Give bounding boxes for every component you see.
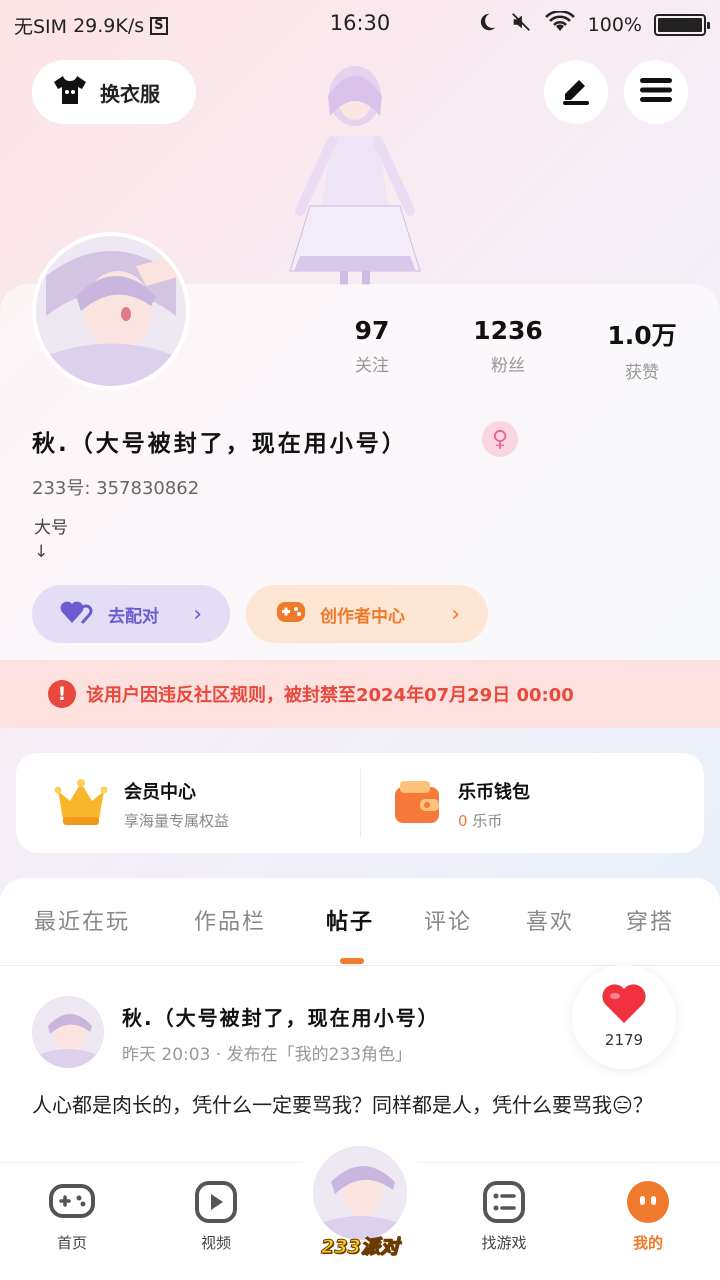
edit-button[interactable] [544,60,608,124]
heart-icon [600,981,648,1029]
play-icon [192,1180,240,1224]
user-id[interactable]: 233号: 357830862 [32,474,199,500]
active-tab-indicator [340,958,364,964]
tab-likes[interactable]: 喜欢 [526,904,574,936]
likes-count: 1.0万 [607,321,677,350]
stat-following[interactable]: 97 关注 [312,316,432,376]
likes-label: 获赞 [625,363,659,383]
tab-posts[interactable]: 帖子 [326,904,374,936]
divider [360,769,361,837]
ban-notice-text: 该用户因违反社区规则，被封禁至2024年07月29日 00:00 [86,685,574,706]
nav-find-games-label: 找游戏 [481,1234,527,1252]
nav-video-label: 视频 [200,1234,231,1252]
member-center-entry[interactable]: 会员中心 享海量专属权益 [54,777,229,831]
nav-mine[interactable]: 我的 [598,1180,698,1253]
moon-icon [476,11,498,38]
menu-icon [640,76,672,108]
list-icon [480,1180,528,1224]
chevron-right-icon: › [193,601,202,627]
tab-recent-played[interactable]: 最近在玩 [34,904,130,936]
stat-likes[interactable]: 1.0万 获赞 [582,316,702,383]
post-meta[interactable]: 昨天 20:03 · 发布在「我的233角色」 [122,1040,412,1065]
tab-comments[interactable]: 评论 [424,904,472,936]
nav-video[interactable]: 视频 [166,1180,266,1253]
female-icon: ♀ [482,421,518,457]
creator-center-button[interactable]: 创作者中心 › [246,585,488,643]
change-outfit-button[interactable]: 换衣服 [32,60,196,124]
like-button[interactable]: 2179 [572,965,676,1069]
post-content[interactable]: 人心都是肉长的，凭什么一定要骂我？同样都是人，凭什么要骂我😑？ [32,1088,672,1122]
followers-label: 粉丝 [491,356,525,376]
menu-button[interactable] [624,60,688,124]
wallet-icon [392,777,442,831]
nav-home-label: 首页 [56,1234,87,1252]
status-bar: 无SIM 29.9K/s S 16:30 100% [0,0,720,46]
tab-bar: 最近在玩 作品栏 帖子 评论 喜欢 穿搭 [0,898,720,948]
like-count: 2179 [604,1031,644,1049]
post-author-name[interactable]: 秋.（大号被封了，现在用小号） [122,1002,440,1031]
bio-line: 大号 [34,518,68,538]
face-icon [624,1180,672,1224]
member-center-title: 会员中心 [124,781,196,803]
change-outfit-label: 换衣服 [100,81,160,106]
warning-icon: ! [48,680,76,708]
nav-party-label[interactable]: 233派对 [312,1232,408,1259]
controller-icon [276,599,306,630]
wallet-amount: 0 [458,811,468,830]
match-label: 去配对 [108,606,159,627]
crown-icon [54,777,108,831]
nav-mine-label: 我的 [632,1234,663,1252]
bio-arrow: ↓ [34,542,49,562]
nav-party-avatar[interactable] [313,1146,407,1240]
following-label: 关注 [355,356,389,376]
creator-center-label: 创作者中心 [320,606,405,627]
match-button[interactable]: 去配对 › [32,585,230,643]
profile-name: 秋.（大号被封了，现在用小号） [32,431,408,457]
ban-notice: ! 该用户因违反社区规则，被封禁至2024年07月29日 00:00 [0,660,720,728]
wifi-icon [544,10,576,38]
tab-works[interactable]: 作品栏 [194,904,266,936]
hearts-icon [60,599,94,630]
nav-home[interactable]: 首页 [22,1180,122,1253]
battery-percent: 100% [587,13,642,36]
mute-icon [510,11,532,38]
followers-count: 1236 [473,316,543,345]
following-count: 97 [354,316,390,345]
tab-outfits[interactable]: 穿搭 [626,904,674,936]
pencil-icon [559,74,593,110]
gamepad-icon [48,1180,96,1224]
chevron-right-icon: › [451,601,460,627]
nav-find-games[interactable]: 找游戏 [454,1180,554,1253]
character-model[interactable] [270,56,440,286]
wallet-entry[interactable]: 乐币钱包 0 乐币 [392,777,530,831]
wallet-unit: 乐币 [472,811,503,830]
member-center-subtitle: 享海量专属权益 [124,811,230,830]
stat-followers[interactable]: 1236 粉丝 [448,316,568,376]
post-author-avatar[interactable] [32,996,104,1068]
shirt-icon [52,74,88,111]
profile-avatar[interactable] [32,232,190,390]
wallet-title: 乐币钱包 [458,781,530,803]
battery-icon [654,13,710,36]
profile-bio: 大号 ↓ [34,516,68,564]
